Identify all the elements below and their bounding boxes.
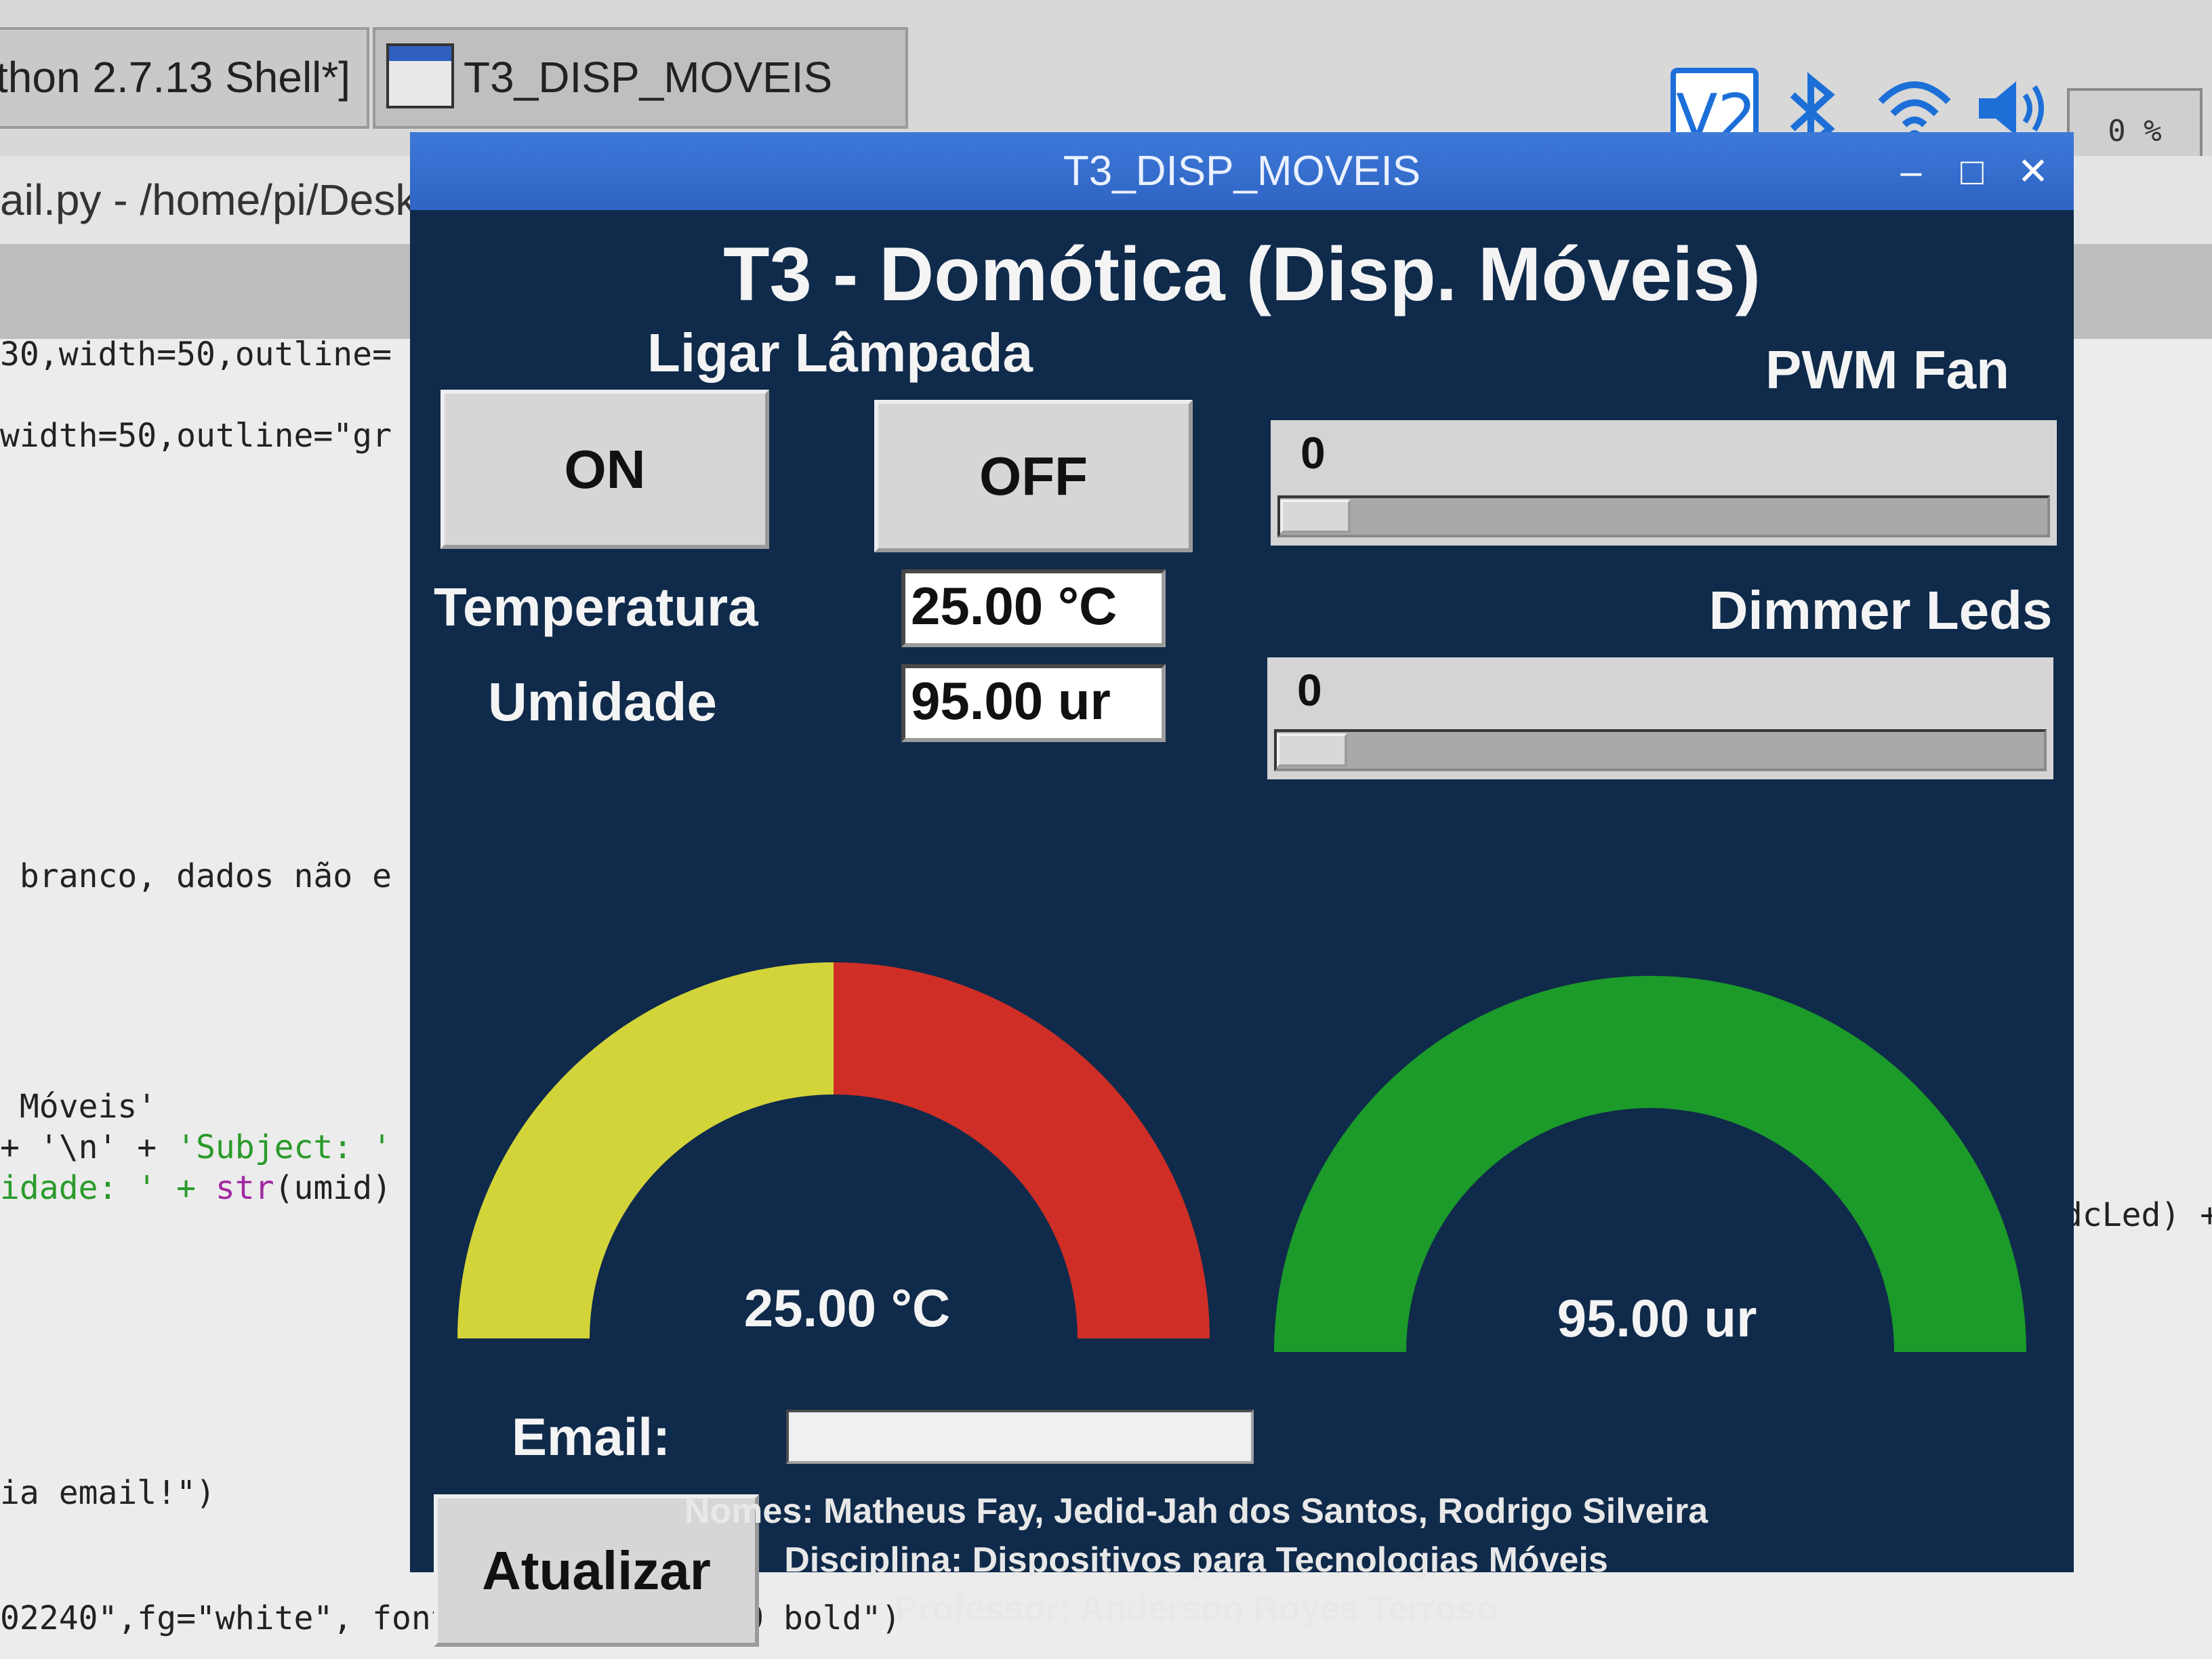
pwm-fan-trough[interactable] bbox=[1277, 495, 2050, 537]
credits-professor: Professor: Anderson Royes Terroso bbox=[895, 1589, 1498, 1629]
email-label: Email: bbox=[512, 1407, 671, 1467]
close-icon[interactable]: ✕ bbox=[2006, 132, 2060, 210]
humidity-label: Umidade bbox=[488, 672, 717, 732]
app-window: T3_DISP_MOVEIS – □ ✕ T3 - Domótica (Disp… bbox=[410, 132, 2074, 1647]
cpu-usage-label: 0 % bbox=[2108, 114, 2162, 148]
dimmer-leds-thumb[interactable] bbox=[1277, 733, 1347, 767]
taskbar-app-button[interactable]: T3_DISP_MOVEIS bbox=[373, 27, 908, 129]
temperature-field[interactable]: 25.00 °C bbox=[901, 569, 1166, 647]
humidity-field[interactable]: 95.00 ur bbox=[901, 664, 1166, 742]
lamp-on-button[interactable]: ON bbox=[441, 390, 769, 549]
code-line-6c: (umid) bbox=[274, 1169, 392, 1207]
window-app-icon bbox=[386, 43, 454, 108]
lamp-label: Ligar Lâmpada bbox=[647, 323, 1033, 383]
pwm-fan-slider[interactable]: 0 bbox=[1271, 420, 2057, 546]
code-line-6b: str bbox=[215, 1169, 274, 1207]
code-line-3[interactable]: branco, dados não e bbox=[0, 857, 392, 895]
lamp-off-button[interactable]: OFF bbox=[874, 400, 1193, 552]
credits-names: Nomes: Matheus Fay, Jedid-Jah dos Santos… bbox=[684, 1492, 1708, 1531]
taskbar-shell-label: thon 2.7.13 Shell*] bbox=[0, 53, 351, 102]
code-line-5b: 'Subject: ' bbox=[176, 1128, 392, 1166]
lamp-off-label: OFF bbox=[979, 445, 1088, 506]
pwm-fan-label: PWM Fan bbox=[1765, 340, 2009, 400]
credits-course: Disciplina: Dispositivos para Tecnologia… bbox=[784, 1540, 1608, 1580]
code-line-2-text: width=50,outline="gr bbox=[0, 417, 392, 455]
dimmer-leds-slider[interactable]: 0 bbox=[1267, 657, 2053, 779]
code-line-2[interactable]: width=50,outline="gr bbox=[0, 417, 392, 455]
code-line-5[interactable]: + '\n' + 'Subject: ' bbox=[0, 1128, 392, 1166]
taskbar-python-shell-button[interactable]: thon 2.7.13 Shell*] bbox=[0, 27, 369, 129]
taskbar-app-label: T3_DISP_MOVEIS bbox=[464, 53, 833, 102]
pwm-fan-thumb[interactable] bbox=[1280, 499, 1351, 533]
code-line-6a: idade: ' + bbox=[0, 1169, 216, 1207]
temperature-label: Temperatura bbox=[434, 577, 758, 637]
window-titlebar[interactable]: T3_DISP_MOVEIS – □ ✕ bbox=[410, 132, 2074, 210]
temperature-gauge-text: 25.00 °C bbox=[743, 1278, 951, 1338]
code-line-7[interactable]: ia email!") bbox=[0, 1474, 216, 1512]
code-line-4[interactable]: Móveis' bbox=[0, 1088, 157, 1126]
window-title: T3_DISP_MOVEIS bbox=[1063, 148, 1421, 194]
pwm-fan-value: 0 bbox=[1300, 428, 1326, 478]
maximize-icon[interactable]: □ bbox=[1945, 132, 1999, 210]
code-line-1[interactable]: 30,width=50,outline= bbox=[0, 335, 392, 373]
editor-title-text: ail.py - /home/pi/Desk bbox=[0, 176, 417, 224]
window-content: T3 - Domótica (Disp. Móveis) Ligar Lâmpa… bbox=[410, 210, 2074, 1647]
code-line-6[interactable]: idade: ' + str(umid) bbox=[0, 1169, 392, 1207]
lamp-on-label: ON bbox=[564, 438, 646, 499]
page-title: T3 - Domótica (Disp. Móveis) bbox=[723, 232, 1761, 316]
email-input[interactable] bbox=[786, 1410, 1254, 1464]
code-line-5a: + '\n' + bbox=[0, 1128, 177, 1166]
dimmer-leds-trough[interactable] bbox=[1274, 729, 2047, 771]
dimmer-leds-label: Dimmer Leds bbox=[1708, 580, 2053, 640]
minimize-icon[interactable]: – bbox=[1884, 132, 1938, 210]
dimmer-leds-value: 0 bbox=[1297, 665, 1322, 715]
humidity-gauge-text: 95.00 ur bbox=[1557, 1288, 1757, 1348]
